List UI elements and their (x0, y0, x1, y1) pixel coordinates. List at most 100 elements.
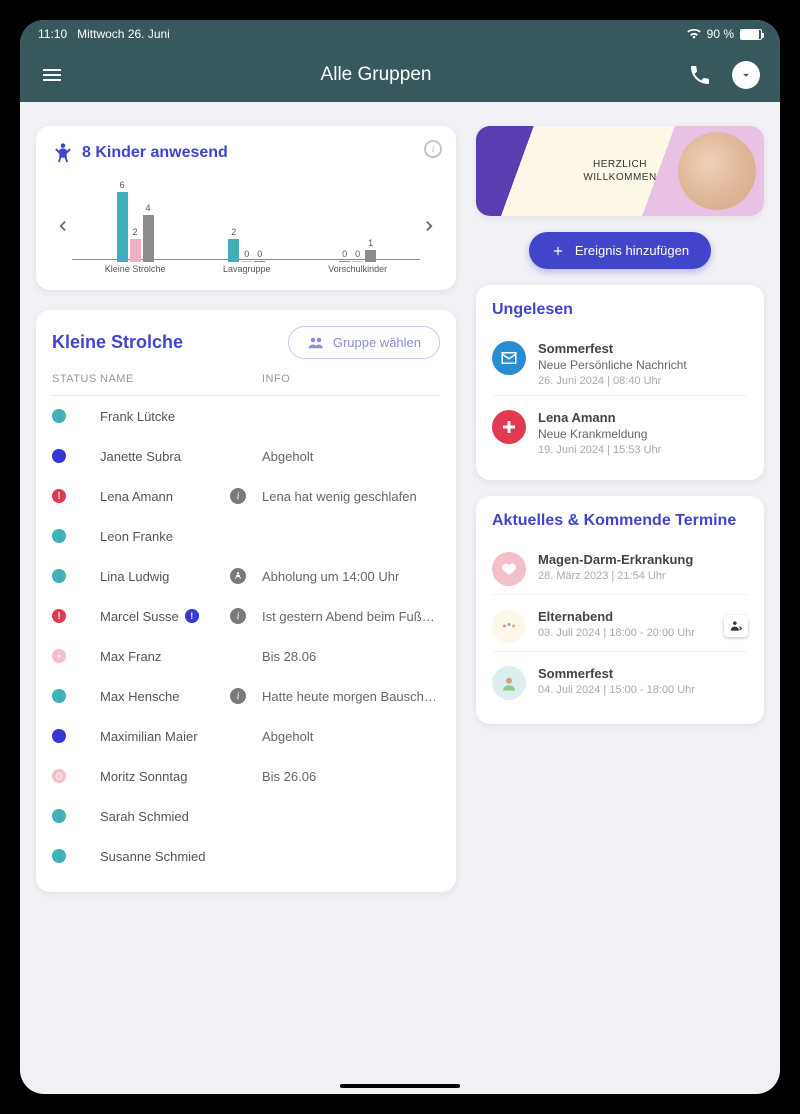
status-dot (52, 849, 66, 863)
table-row[interactable]: Moritz Sonntag Bis 26.06 (52, 756, 440, 796)
unread-card: Ungelesen Sommerfest Neue Persönliche Nac… (476, 285, 764, 480)
col-info: INFO (262, 373, 440, 385)
welcome-banner[interactable]: HERZLICH WILLKOMMEN (476, 126, 764, 216)
status-dot (52, 409, 66, 423)
child-info: Abholung um 14:00 Uhr (262, 569, 440, 584)
cross-icon (492, 410, 526, 444)
item-title: Sommerfest (538, 666, 695, 681)
profile-button[interactable] (732, 61, 760, 89)
status-dot (52, 689, 66, 703)
table-row[interactable]: Sarah Schmied (52, 796, 440, 836)
list-item[interactable]: Sommerfest 04. Juli 2024 | 15:00 - 18:00 … (492, 651, 748, 708)
item-timestamp: 28. März 2023 | 21:54 Uhr (538, 570, 693, 582)
status-dot (52, 649, 66, 663)
table-row[interactable]: Leon Franke (52, 516, 440, 556)
choose-group-label: Gruppe wählen (333, 335, 421, 350)
status-dot (52, 569, 66, 583)
list-item[interactable]: Magen-Darm-Erkrankung 28. März 2023 | 21:… (492, 544, 748, 594)
list-item[interactable]: Elternabend 03. Juli 2024 | 18:00 - 20:00… (492, 594, 748, 651)
item-timestamp: 26. Juni 2024 | 08:40 Uhr (538, 375, 687, 387)
status-dot (52, 769, 66, 783)
info-icon[interactable]: i (230, 688, 246, 704)
item-title: Sommerfest (538, 341, 687, 356)
rsvp-chip[interactable] (724, 615, 748, 637)
child-name: Frank Lütcke (100, 409, 175, 424)
child-icon (52, 142, 74, 164)
child-info: Abgeholt (262, 729, 440, 744)
info-icon[interactable]: i (230, 488, 246, 504)
child-name: Leon Franke (100, 529, 173, 544)
table-row[interactable]: Max Franz Bis 28.06 (52, 636, 440, 676)
list-item[interactable]: Lena Amann Neue Krankmeldung 19. Juni 2024… (492, 395, 748, 464)
item-title: Elternabend (538, 609, 695, 624)
mail-icon (492, 341, 526, 375)
child-name: Janette Subra (100, 449, 181, 464)
table-row[interactable]: ! Marcel Susse! i Ist gestern Abend beim Fu… (52, 596, 440, 636)
table-row[interactable]: Frank Lütcke (52, 396, 440, 436)
attendance-title: 8 Kinder anwesend (82, 144, 228, 162)
page-title: Alle Gruppen (321, 64, 432, 86)
choose-group-button[interactable]: Gruppe wählen (288, 326, 440, 359)
child-name: Max Hensche (100, 689, 179, 704)
phone-icon[interactable] (688, 63, 712, 87)
table-row[interactable]: Maximilian Maier Abgeholt (52, 716, 440, 756)
status-dot (52, 449, 66, 463)
child-info: Lena hat wenig geschlafen (262, 489, 440, 504)
status-dot (52, 809, 66, 823)
menu-icon[interactable] (40, 63, 64, 87)
item-timestamp: 03. Juli 2024 | 18:00 - 20:00 Uhr (538, 627, 695, 639)
status-battery-pct: 90 % (707, 27, 734, 41)
status-dot (52, 729, 66, 743)
child-info: Ist gestern Abend beim Fußball ... (262, 609, 440, 624)
child-name: Susanne Schmied (100, 849, 206, 864)
events-title: Aktuelles & Kommende Termine (492, 512, 748, 530)
item-timestamp: 04. Juli 2024 | 15:00 - 18:00 Uhr (538, 684, 695, 696)
child-info: Bis 26.06 (262, 769, 440, 784)
chevron-left-icon[interactable] (52, 216, 72, 236)
child-name: Lena Amann (100, 489, 173, 504)
attendance-chart: 624Kleine Strolche200Lavagruppe001Vorsch… (72, 178, 420, 274)
child-name: Lina Ludwig (100, 569, 169, 584)
status-dot: ! (52, 489, 66, 503)
status-date: Mittwoch 26. Juni (77, 27, 170, 41)
child-name: Max Franz (100, 649, 161, 664)
banner-image (678, 132, 756, 210)
item-subtitle: Neue Persönliche Nachricht (538, 358, 687, 372)
child-name: Sarah Schmied (100, 809, 189, 824)
alert-badge: ! (185, 609, 199, 623)
wifi-icon (687, 29, 701, 39)
chevron-right-icon[interactable] (420, 216, 440, 236)
banner-line2: WILLKOMMEN (583, 171, 656, 184)
status-time: 11:10 (38, 27, 67, 41)
table-row[interactable]: Max HenscheiHatte heute morgen Bauschmer… (52, 676, 440, 716)
table-row[interactable]: Susanne Schmied (52, 836, 440, 876)
child-name: Maximilian Maier (100, 729, 198, 744)
group-icon (307, 336, 325, 350)
heart-icon (492, 552, 526, 586)
info-icon[interactable]: i (424, 140, 442, 158)
child-info: Bis 28.06 (262, 649, 440, 664)
list-item[interactable]: Sommerfest Neue Persönliche Nachricht 26. … (492, 333, 748, 395)
unread-title: Ungelesen (492, 301, 748, 319)
info-icon[interactable]: i (230, 608, 246, 624)
table-row[interactable]: ! Lena Amann i Lena hat wenig geschlafen (52, 476, 440, 516)
home-indicator[interactable] (340, 1084, 460, 1088)
children-table-card: Kleine Strolche Gruppe wählen STATUS NAM… (36, 310, 456, 892)
item-title: Lena Amann (538, 410, 661, 425)
table-row[interactable]: Janette SubraAbgeholt (52, 436, 440, 476)
item-title: Magen-Darm-Erkrankung (538, 552, 693, 567)
item-subtitle: Neue Krankmeldung (538, 427, 661, 441)
table-row[interactable]: Lina Ludwig Abholung um 14:00 Uhr (52, 556, 440, 596)
dots-icon (492, 609, 526, 643)
item-timestamp: 19. Juni 2024 | 15:53 Uhr (538, 444, 661, 456)
add-event-button[interactable]: Ereignis hinzufügen (529, 232, 711, 269)
child-name: Moritz Sonntag (100, 769, 187, 784)
status-dot: ! (52, 609, 66, 623)
accessibility-icon[interactable] (230, 568, 246, 584)
child-name: Marcel Susse (100, 609, 179, 624)
col-status: STATUS (52, 373, 100, 385)
status-dot (52, 529, 66, 543)
plus-icon (551, 244, 565, 258)
attendance-card: 8 Kinder anwesend i 624Kleine Strolche20… (36, 126, 456, 290)
av-icon (492, 666, 526, 700)
